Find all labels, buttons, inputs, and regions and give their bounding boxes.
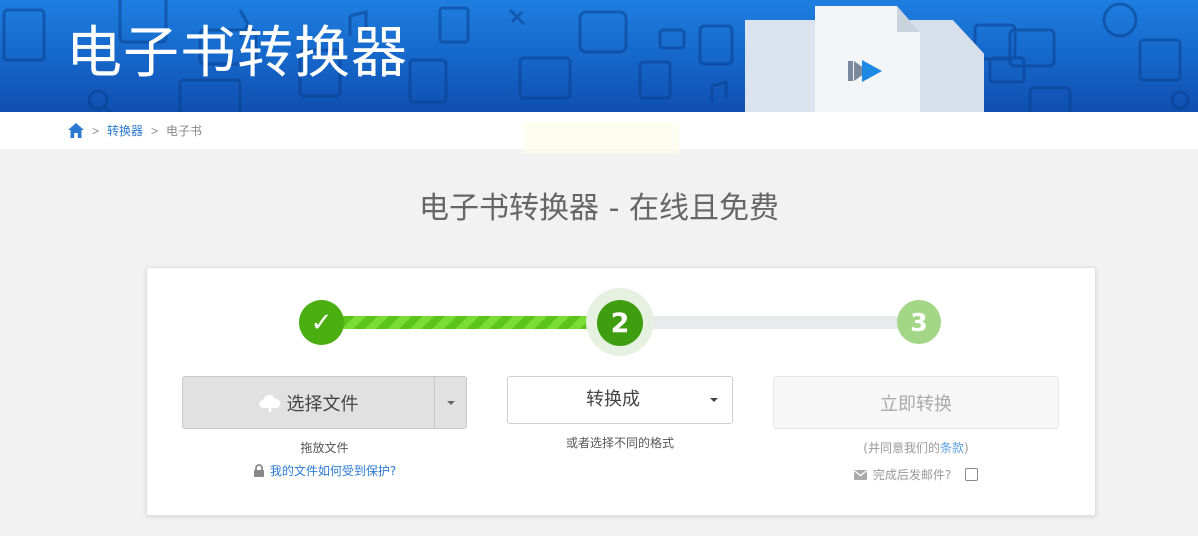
step-3-number: 3 [910, 307, 928, 337]
choose-file-split-button: 选择文件 [182, 376, 467, 429]
step-2-active: 2 [597, 300, 643, 346]
breadcrumb-separator: > [151, 123, 159, 138]
email-notify-row: 完成后发邮件? [773, 466, 1059, 483]
breadcrumb-converter-link[interactable]: 转换器 [107, 122, 143, 139]
step-2-number: 2 [610, 307, 630, 339]
check-icon: ✓ [310, 307, 333, 338]
email-notify-checkbox[interactable] [965, 468, 979, 481]
breadcrumb: > 转换器 > 电子书 [68, 122, 202, 139]
breadcrumb-current: 电子书 [166, 124, 203, 138]
convert-now-label: 立即转换 [880, 393, 952, 415]
email-notify-label: 完成后发邮件? [872, 468, 952, 482]
breadcrumb-separator: > [92, 123, 100, 138]
convert-to-select[interactable]: 转换成 [507, 376, 733, 424]
convert-now-button[interactable]: 立即转换 [773, 376, 1059, 429]
terms-suffix: ) [964, 441, 969, 455]
choose-file-button[interactable]: 选择文件 [183, 377, 434, 428]
terms-prefix: (并同意我们的 [863, 441, 940, 455]
caret-down-icon [710, 398, 718, 402]
step-3-pending: 3 [897, 300, 941, 344]
page-title: 电子书转换器 - 在线且免费 [419, 191, 779, 226]
step-1-complete: ✓ [299, 300, 344, 345]
envelope-icon [853, 469, 867, 480]
convert-to-label: 转换成 [586, 389, 640, 410]
caret-down-icon [446, 400, 455, 405]
progress-fill [321, 316, 620, 329]
choose-file-label: 选择文件 [286, 393, 359, 415]
cloud-upload-icon [258, 394, 280, 412]
file-protection-row: 我的文件如何受到保护? [182, 462, 467, 479]
terms-link[interactable]: 条款 [940, 441, 964, 455]
drop-files-text: 拖放文件 [300, 441, 349, 455]
terms-agreement: (并同意我们的条款) [773, 439, 1059, 456]
fast-forward-icon [848, 60, 882, 82]
format-hint: 或者选择不同的格式 [565, 436, 674, 450]
upload-source-dropdown[interactable] [435, 377, 466, 428]
lock-icon [253, 464, 264, 477]
file-protection-link[interactable]: 我的文件如何受到保护? [270, 462, 396, 479]
overlay-artifact [523, 122, 679, 154]
home-icon[interactable] [68, 123, 84, 138]
banner-title: 电子书转换器 [66, 21, 408, 86]
header-banner: 电子书转换器 [0, 0, 1198, 112]
